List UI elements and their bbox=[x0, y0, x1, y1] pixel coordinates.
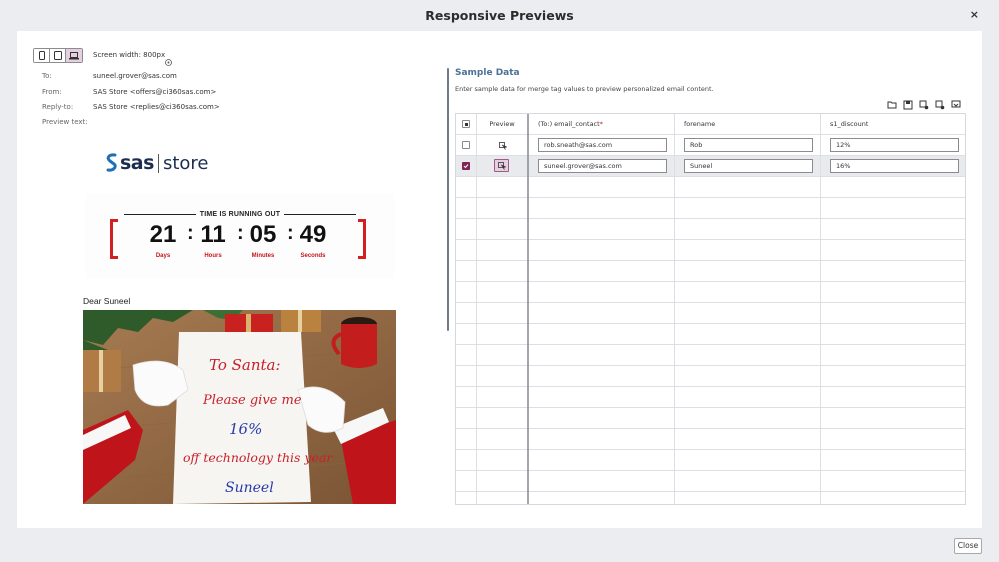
countdown-timer: TIME IS RUNNING OUT 21 : 11 : 05 : 49 Da… bbox=[85, 193, 395, 279]
desktop-icon bbox=[69, 51, 79, 59]
row-2-email-input[interactable]: suneel.grover@sas.com bbox=[538, 159, 667, 173]
image-text-line2: Please give me bbox=[202, 393, 302, 408]
countdown-hours: 11 bbox=[200, 221, 226, 248]
help-icon[interactable] bbox=[165, 51, 172, 70]
countdown-minutes: 05 bbox=[249, 221, 277, 248]
sample-data-grid: Preview (To:) email_contact * forename s… bbox=[455, 113, 966, 505]
row-2-preview-button[interactable] bbox=[494, 159, 509, 172]
countdown-separator: : bbox=[187, 222, 194, 244]
column-header-preview[interactable]: Preview bbox=[476, 114, 528, 134]
image-text-line3: 16% bbox=[229, 420, 262, 438]
sas-store-logo: sas store bbox=[105, 152, 208, 174]
select-all-checkbox[interactable] bbox=[462, 120, 470, 128]
from-label: From: bbox=[42, 88, 62, 96]
tablet-icon bbox=[53, 51, 62, 60]
countdown-header: TIME IS RUNNING OUT bbox=[85, 211, 395, 218]
logo-brand-text: sas bbox=[120, 152, 154, 174]
row-2-checkbox[interactable] bbox=[462, 162, 470, 170]
column-header-email-label: (To:) email_contact bbox=[538, 120, 600, 128]
countdown-days: 21 bbox=[149, 221, 177, 248]
row-1-preview-button[interactable] bbox=[495, 139, 510, 152]
countdown-rule-right bbox=[284, 214, 357, 215]
close-button[interactable]: Close bbox=[954, 538, 982, 554]
check-icon bbox=[463, 164, 469, 169]
save-icon[interactable] bbox=[903, 100, 913, 110]
countdown-seconds: 49 bbox=[299, 221, 327, 248]
countdown-title: TIME IS RUNNING OUT bbox=[199, 211, 281, 218]
to-label: To: bbox=[42, 72, 52, 80]
image-text-line4: off technology this year bbox=[183, 450, 333, 465]
sas-logo-icon bbox=[106, 153, 117, 172]
screen-width-label: Screen width: 800px bbox=[93, 51, 166, 59]
countdown-hours-label: Hours bbox=[204, 253, 222, 259]
row-1-forename-input[interactable]: Rob bbox=[684, 138, 813, 152]
image-text-line5: Suneel bbox=[225, 480, 274, 496]
cursor-icon bbox=[498, 141, 507, 150]
countdown-bracket-left bbox=[110, 219, 118, 259]
row-2-forename-input[interactable]: Suneel bbox=[684, 159, 813, 173]
countdown-separator: : bbox=[287, 222, 294, 244]
image-text-line1: To Santa: bbox=[209, 356, 281, 374]
required-marker: * bbox=[599, 120, 603, 128]
santa-letter-image: To Santa: Please give me 16% off technol… bbox=[83, 310, 396, 504]
preview-text-label: Preview text: bbox=[42, 118, 88, 126]
column-header-discount[interactable]: s1_discount bbox=[830, 114, 868, 134]
logo-store-text: store bbox=[162, 152, 209, 174]
from-value: SAS Store <offers@ci360sas.com> bbox=[93, 88, 217, 96]
settings-icon[interactable] bbox=[919, 100, 929, 110]
sample-data-title: Sample Data bbox=[455, 68, 520, 78]
device-toggle-group bbox=[33, 48, 83, 63]
dialog-title: Responsive Previews bbox=[425, 8, 574, 23]
row-1-checkbox[interactable] bbox=[462, 141, 470, 149]
mobile-icon bbox=[38, 51, 45, 60]
countdown-rule-left bbox=[123, 214, 196, 215]
row-1-discount-input[interactable]: 12% bbox=[830, 138, 959, 152]
desktop-view-button[interactable] bbox=[66, 49, 82, 62]
countdown-days-label: Days bbox=[155, 253, 171, 259]
logo-divider bbox=[157, 153, 159, 173]
row-2-discount-input[interactable]: 16% bbox=[830, 159, 959, 173]
import-icon[interactable] bbox=[951, 100, 961, 110]
row-1-email-input[interactable]: rob.sneath@sas.com bbox=[538, 138, 667, 152]
column-header-forename[interactable]: forename bbox=[684, 114, 715, 134]
reply-to-label: Reply-to: bbox=[42, 103, 74, 111]
sample-data-toolbar bbox=[887, 100, 961, 110]
cursor-icon bbox=[497, 161, 506, 170]
santa-letter-illustration: To Santa: Please give me 16% off technol… bbox=[83, 310, 396, 504]
countdown-bracket-right bbox=[358, 219, 366, 259]
countdown-seconds-label: Seconds bbox=[300, 253, 326, 259]
open-folder-icon[interactable] bbox=[887, 100, 897, 110]
reply-to-value: SAS Store <replies@ci360sas.com> bbox=[93, 103, 220, 111]
to-value: suneel.grover@sas.com bbox=[93, 72, 177, 80]
sample-data-description: Enter sample data for merge tag values t… bbox=[455, 85, 714, 93]
countdown-separator: : bbox=[237, 222, 244, 244]
panel-splitter[interactable] bbox=[447, 68, 449, 331]
greeting-text: Dear Suneel bbox=[83, 296, 131, 306]
tablet-view-button[interactable] bbox=[50, 49, 66, 62]
mobile-view-button[interactable] bbox=[34, 49, 50, 62]
delete-icon[interactable] bbox=[935, 100, 945, 110]
column-header-email[interactable]: (To:) email_contact * bbox=[538, 114, 603, 134]
dialog-content: Screen width: 800px To: suneel.grover@sa… bbox=[17, 31, 982, 528]
countdown-minutes-label: Minutes bbox=[251, 253, 275, 259]
dialog-titlebar: Responsive Previews × bbox=[0, 0, 999, 31]
close-icon[interactable]: × bbox=[970, 9, 979, 21]
